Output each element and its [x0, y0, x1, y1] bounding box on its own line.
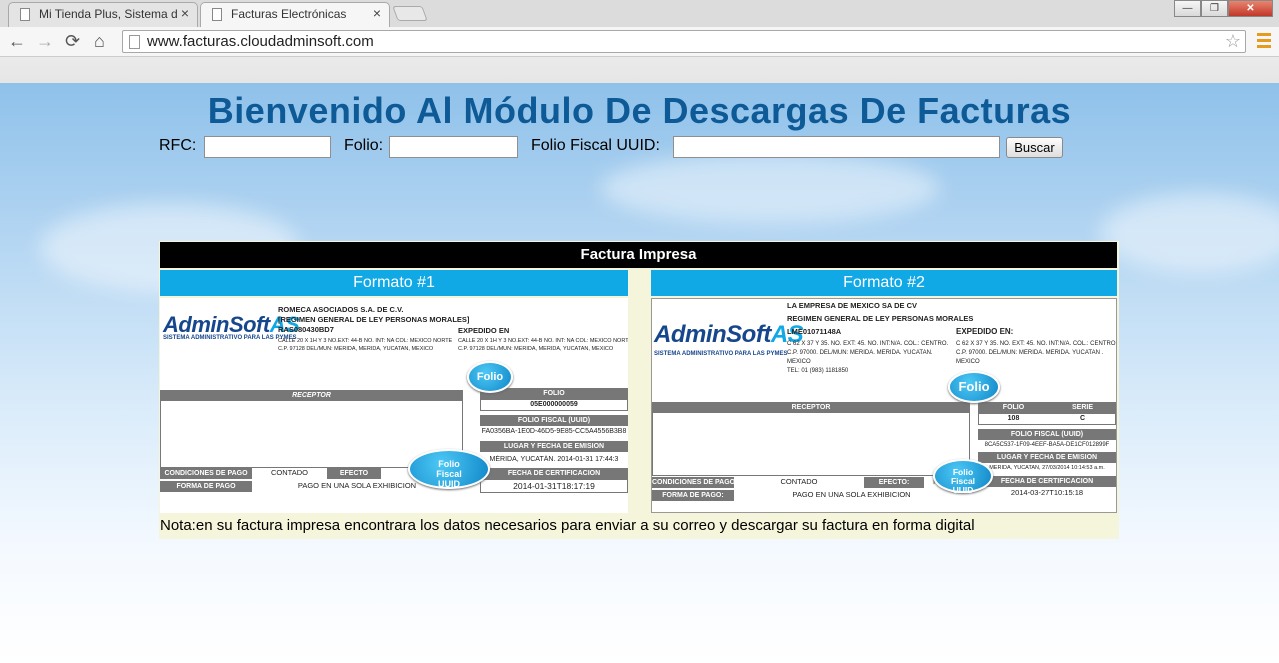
- back-icon[interactable]: ←: [8, 32, 26, 50]
- expedido-address: MEXICO: [956, 359, 980, 365]
- uuid-callout: Folio Fiscal UUID: [408, 449, 490, 489]
- receptor-box: [652, 402, 970, 476]
- page-content: Bienvenido Al Módulo De Descargas De Fac…: [0, 83, 1279, 663]
- menu-icon[interactable]: [1257, 33, 1271, 51]
- page-icon: [20, 8, 30, 21]
- address-bar[interactable]: www.facturas.cloudadminsoft.com ☆: [122, 30, 1246, 53]
- forma-value: PAGO EN UNA SOLA EXHIBICION: [792, 490, 911, 499]
- cert-header: FECHA DE CERTIFICACION: [480, 468, 628, 479]
- uuid-header: FOLIO FISCAL (UUID): [978, 429, 1116, 440]
- forward-icon[interactable]: →: [36, 32, 54, 50]
- search-button[interactable]: Buscar: [1006, 137, 1063, 158]
- cond-label: CONDICIONES DE PAGO: [160, 468, 252, 479]
- format-1-header: Formato #1: [160, 270, 628, 296]
- tab-title: Mi Tienda Plus, Sistema d: [39, 7, 178, 21]
- url-text[interactable]: www.facturas.cloudadminsoft.com: [147, 33, 374, 50]
- company-address: C.P. 97000. DEL/MUN: MERIDA. MERIDA. YUC…: [787, 350, 933, 356]
- browser-chrome: Mi Tienda Plus, Sistema d × Facturas Ele…: [0, 0, 1279, 83]
- format-2-header: Formato #2: [651, 270, 1117, 296]
- help-note: Nota:en su factura impresa encontrara lo…: [160, 517, 975, 534]
- window-controls: — ❐ ✕: [1174, 0, 1273, 17]
- company-regime: REGIMEN GENERAL DE LEY PERSONAS MORALES: [787, 314, 974, 323]
- expedido-address: C.P. 97000. DEL/MUN: MERIDA. MERIDA. YUC…: [956, 350, 1104, 356]
- expedido-label: EXPEDIDO EN:: [956, 327, 1014, 336]
- folio-callout: Folio: [948, 371, 1000, 403]
- cert-value: 2014-01-31T18:17:19: [513, 481, 595, 491]
- new-tab-button[interactable]: [392, 6, 428, 21]
- tab-mi-tienda[interactable]: Mi Tienda Plus, Sistema d ×: [8, 2, 198, 27]
- forma-label: FORMA DE PAGO:: [652, 490, 734, 501]
- folio-value: 108: [1007, 415, 1020, 422]
- company-address: C.P. 97128 DEL/MUN: MERIDA, MERIDA, YUCA…: [278, 346, 434, 352]
- expedido-address: C 62 X 37 Y 35. NO. EXT: 45. NO. INT:N/A…: [956, 341, 1117, 347]
- close-window-button[interactable]: ✕: [1228, 0, 1273, 17]
- cond-label: CONDICIONES DE PAGO:: [652, 477, 734, 488]
- expedido-label: EXPEDIDO EN: [458, 326, 510, 335]
- company-regime: [REGIMEN GENERAL DE LEY PERSONAS MORALES…: [278, 315, 470, 324]
- lugar-header: LUGAR Y FECHA DE EMISION: [978, 452, 1116, 463]
- tab-strip: Mi Tienda Plus, Sistema d × Facturas Ele…: [0, 0, 1279, 27]
- invoice-panel: Factura Impresa Formato #1 Formato #2 Ad…: [159, 241, 1119, 539]
- uuid-value: FA0356BA-1E0D-46D5-9E85-CC5A4556B3B8: [481, 428, 627, 435]
- invoice-sample-2: AdminSoftAS SISTEMA ADMINISTRATIVO PARA …: [651, 298, 1117, 513]
- reload-icon[interactable]: ⟳: [65, 32, 80, 50]
- folio-input[interactable]: [389, 136, 518, 158]
- close-tab-icon[interactable]: ×: [181, 5, 189, 21]
- lugar-header: LUGAR Y FECHA DE EMISION: [480, 441, 628, 452]
- cert-value: 2014-03-27T10:15:18: [1010, 488, 1084, 497]
- tab-title: Facturas Electrónicas: [231, 7, 347, 21]
- company-name: ROMECA ASOCIADOS S.A. DE C.V.: [278, 305, 404, 314]
- page-icon: [129, 35, 140, 49]
- cond-value: CONTADO: [271, 468, 308, 477]
- lugar-value: MÉRIDA, YUCATÁN. 2014-01-31 17:44:3: [489, 456, 619, 463]
- folio-callout: Folio: [467, 361, 513, 393]
- uuid-value: 8CA5C537-1F09-4EEF-BA5A-DE1CF012899F: [984, 442, 1110, 448]
- efecto-label: EFECTO: [327, 468, 381, 479]
- serie-value: C: [1079, 415, 1086, 422]
- cond-value: CONTADO: [780, 477, 818, 486]
- folio-header: FOLIO: [978, 402, 1049, 413]
- panel-title: Factura Impresa: [160, 242, 1117, 268]
- invoice-sample-1: AdminSoftAS SISTEMA ADMINISTRATIVO PARA …: [160, 298, 628, 513]
- serie-header: SERIE: [1049, 402, 1116, 413]
- company-name: LA EMPRESA DE MEXICO SA DE CV: [787, 301, 918, 310]
- folio-value: 05E000000059: [530, 401, 578, 408]
- company-address: MEXICO: [787, 359, 811, 365]
- company-rfc: RAS080430BD7: [278, 325, 334, 334]
- tab-facturas[interactable]: Facturas Electrónicas ×: [200, 2, 390, 27]
- company-address: C 62 X 37 Y 35. NO. EXT: 45. NO. INT:N/A…: [787, 341, 949, 347]
- expedido-address: CALLE 20 X 1H Y 3 NO.EXT: 44-B NO. INT: …: [458, 338, 628, 344]
- logo-subtitle: SISTEMA ADMINISTRATIVO PARA LAS PYMES: [163, 335, 297, 341]
- expedido-address: C.P. 97128 DEL/MUN: MERIDA, MERIDA, YUCA…: [458, 346, 614, 352]
- maximize-button[interactable]: ❐: [1201, 0, 1228, 17]
- logo-subtitle: SISTEMA ADMINISTRATIVO PARA LAS PYMES: [654, 351, 788, 357]
- rfc-input[interactable]: [204, 136, 331, 158]
- uuid-header: FOLIO FISCAL (UUID): [480, 415, 628, 426]
- uuid-callout: Folio Fiscal UUID: [933, 459, 993, 495]
- close-tab-icon[interactable]: ×: [373, 5, 381, 21]
- cert-header: FECHA DE CERTIFICACION: [978, 476, 1116, 487]
- receptor-header: RECEPTOR: [160, 390, 463, 401]
- page-title: Bienvenido Al Módulo De Descargas De Fac…: [207, 90, 1072, 131]
- company-rfc: LME01071148A: [787, 327, 842, 336]
- bookmark-star-icon[interactable]: ☆: [1225, 31, 1241, 52]
- rfc-label: RFC:: [159, 137, 197, 154]
- minimize-button[interactable]: —: [1174, 0, 1201, 17]
- home-icon[interactable]: ⌂: [94, 32, 105, 50]
- forma-label: FORMA DE PAGO: [160, 481, 252, 492]
- uuid-input[interactable]: [673, 136, 1000, 158]
- page-icon: [212, 8, 222, 21]
- company-phone: TEL: 01 (983) 1181850: [787, 368, 849, 374]
- uuid-label: Folio Fiscal UUID:: [531, 137, 660, 154]
- adminsoft-logo: AdminSoftAS: [654, 321, 804, 348]
- folio-label: Folio:: [344, 137, 384, 154]
- receptor-header: RECEPTOR: [652, 402, 970, 413]
- lugar-value: MERIDA, YUCATAN, 27/03/2014 10:14:53 a.m…: [989, 465, 1105, 471]
- efecto-label: EFECTO:: [864, 477, 924, 488]
- company-address: CALLE 20 X 1H Y 3 NO.EXT: 44-B NO. INT: …: [278, 338, 453, 344]
